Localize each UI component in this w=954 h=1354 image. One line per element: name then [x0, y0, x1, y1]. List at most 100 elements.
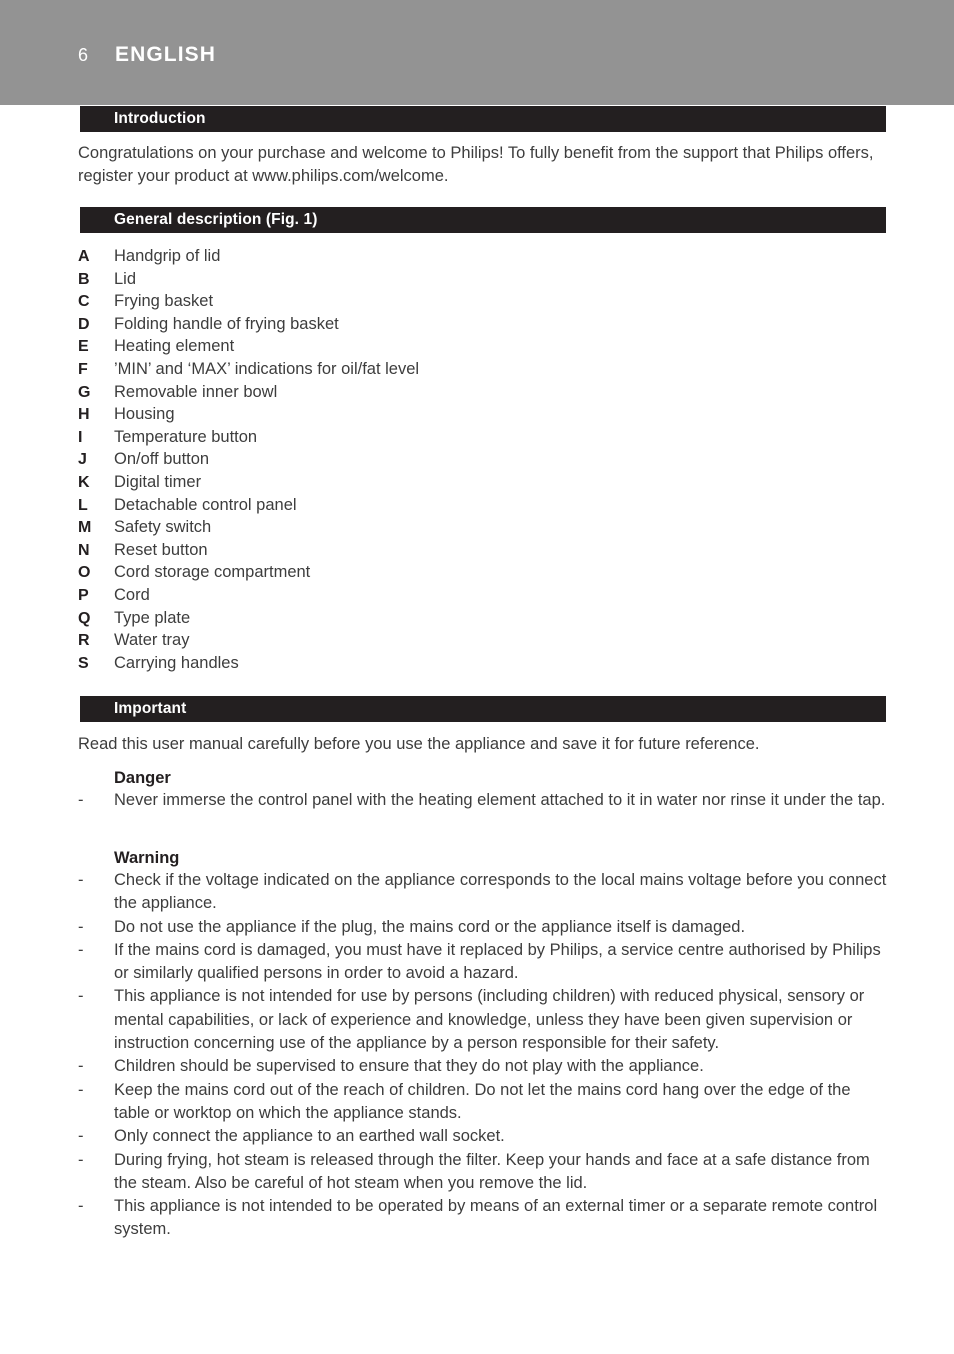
- bullet-marker: -: [78, 1150, 84, 1169]
- description-item-letter: C: [78, 293, 90, 311]
- bullet-text: Only connect the appliance to an earthed…: [114, 1127, 505, 1146]
- description-item: G Removable inner bowl: [78, 381, 890, 404]
- description-item-label: Carrying handles: [114, 653, 239, 672]
- bullet-marker: -: [78, 1057, 84, 1076]
- bullet-text: Keep the mains cord out of the reach of …: [114, 1080, 851, 1122]
- running-head-content: 6 ENGLISH: [78, 44, 216, 65]
- description-item: H Housing: [78, 403, 890, 426]
- description-item-letter: F: [78, 360, 88, 378]
- description-item: L Detachable control panel: [78, 494, 890, 517]
- description-item-letter: S: [78, 654, 89, 672]
- description-item-letter: K: [78, 473, 90, 491]
- bullet-item: - Keep the mains cord out of the reach of…: [78, 1079, 890, 1126]
- page-number: 6: [78, 45, 89, 65]
- description-item: I Temperature button: [78, 426, 890, 449]
- description-item-letter: P: [78, 586, 89, 604]
- description-item-label: Removable inner bowl: [114, 382, 278, 401]
- description-item: N Reset button: [78, 539, 890, 562]
- description-item: R Water tray: [78, 629, 890, 652]
- description-item-letter: B: [78, 270, 90, 288]
- bullet-text: During frying, hot steam is released thr…: [114, 1150, 870, 1192]
- description-item-label: ’MIN’ and ‘MAX’ indications for oil/fat …: [114, 359, 420, 378]
- bullet-text: Children should be supervised to ensure …: [114, 1057, 704, 1076]
- bullet-text: Do not use the appliance if the plug, th…: [114, 917, 746, 936]
- section-bar-important: Important: [80, 696, 886, 722]
- bullet-item: - Children should be supervised to ensure…: [78, 1055, 890, 1078]
- introduction-paragraph: Congratulations on your purchase and wel…: [78, 144, 874, 185]
- description-item-label: Temperature button: [114, 427, 258, 446]
- bullet-marker: -: [78, 1197, 84, 1216]
- section-heading-general-description: General description (Fig. 1): [114, 211, 318, 228]
- description-item-letter: A: [78, 248, 90, 265]
- description-item-letter: Q: [78, 609, 91, 627]
- bullet-item: - Check if the voltage indicated on the a…: [78, 869, 890, 916]
- bullet-text: If the mains cord is damaged, you must h…: [114, 940, 881, 983]
- description-item-label: Detachable control panel: [114, 495, 297, 514]
- bullet-marker: -: [78, 871, 84, 889]
- description-item-label: On/off button: [114, 450, 210, 469]
- description-item-label: Digital timer: [114, 472, 202, 491]
- description-item-letter: I: [78, 428, 83, 446]
- description-item-label: Cord storage compartment: [114, 563, 311, 582]
- description-item-label: Reset button: [114, 540, 208, 559]
- page-title: ENGLISH: [115, 43, 217, 66]
- subheading-warning: Warning: [114, 849, 180, 867]
- bullet-text: This appliance is not intended for use b…: [114, 987, 865, 1053]
- description-item: O Cord storage compartment: [78, 561, 890, 584]
- description-item: B Lid: [78, 268, 890, 291]
- section-bar-general-description: General description (Fig. 1): [80, 207, 886, 233]
- section-bar-introduction: Introduction: [80, 106, 886, 132]
- section-heading-introduction: Introduction: [114, 110, 206, 127]
- description-item-label: Water tray: [114, 631, 190, 650]
- description-item-letter: H: [78, 406, 90, 424]
- description-item-label: Heating element: [114, 337, 235, 356]
- description-item-label: Cord: [114, 585, 150, 604]
- bullet-item: - Never immerse the control panel with th…: [78, 789, 890, 812]
- bullet-marker: -: [78, 791, 84, 809]
- description-item-label: Housing: [114, 405, 175, 424]
- bullet-text: This appliance is not intended to be ope…: [114, 1197, 878, 1239]
- description-item-letter: N: [78, 541, 90, 559]
- description-item: D Folding handle of frying basket: [78, 313, 890, 336]
- section-heading-important: Important: [114, 700, 187, 717]
- bullet-marker: -: [78, 987, 84, 1006]
- description-item-label: Type plate: [114, 608, 191, 627]
- description-item: F ’MIN’ and ‘MAX’ indications for oil/fat…: [78, 358, 890, 381]
- bullet-item: - This appliance is not intended to be op…: [78, 1195, 890, 1242]
- important-paragraph: Read this user manual carefully before y…: [78, 735, 760, 753]
- description-item-letter: E: [78, 338, 89, 356]
- bullet-marker: -: [78, 1080, 84, 1099]
- description-item-label: Safety switch: [114, 518, 212, 537]
- bullet-item: - During frying, hot steam is released th…: [78, 1149, 890, 1196]
- description-item: E Heating element: [78, 335, 890, 358]
- bullet-marker: -: [78, 1127, 84, 1146]
- description-item-label: Folding handle of frying basket: [114, 314, 339, 333]
- bullet-item: - Only connect the appliance to an earthe…: [78, 1125, 890, 1148]
- description-item: S Carrying handles: [78, 652, 890, 675]
- subheading-danger: Danger: [114, 769, 171, 787]
- bullet-marker: -: [78, 917, 84, 936]
- description-item-letter: R: [78, 632, 90, 650]
- description-item-label: Lid: [114, 269, 137, 288]
- bullet-marker: -: [78, 940, 84, 959]
- bullet-item: - Do not use the appliance if the plug, t…: [78, 916, 890, 939]
- description-item: Q Type plate: [78, 607, 890, 630]
- description-item: M Safety switch: [78, 516, 890, 539]
- description-item: J On/off button: [78, 448, 890, 471]
- description-item-letter: M: [78, 519, 92, 537]
- description-item-label: Handgrip of lid: [114, 247, 221, 265]
- description-item-letter: O: [78, 564, 91, 582]
- description-item-letter: J: [78, 451, 87, 469]
- description-item: P Cord: [78, 584, 890, 607]
- description-item-letter: G: [78, 383, 91, 401]
- bullet-item: - This appliance is not intended for use …: [78, 985, 890, 1055]
- warning-bullet-list: - Check if the voltage indicated on the a…: [78, 869, 890, 1242]
- running-head-band: 6 ENGLISH: [0, 0, 954, 105]
- description-item-label: Frying basket: [114, 292, 214, 311]
- description-item: A Handgrip of lid: [78, 245, 890, 268]
- danger-bullet-list: - Never immerse the control panel with th…: [78, 789, 890, 812]
- description-item: C Frying basket: [78, 290, 890, 313]
- general-description-list: A Handgrip of lid B Lid C Frying basket D Foldi…: [78, 245, 890, 674]
- bullet-item: - If the mains cord is damaged, you must …: [78, 939, 890, 986]
- description-item-letter: D: [78, 315, 90, 333]
